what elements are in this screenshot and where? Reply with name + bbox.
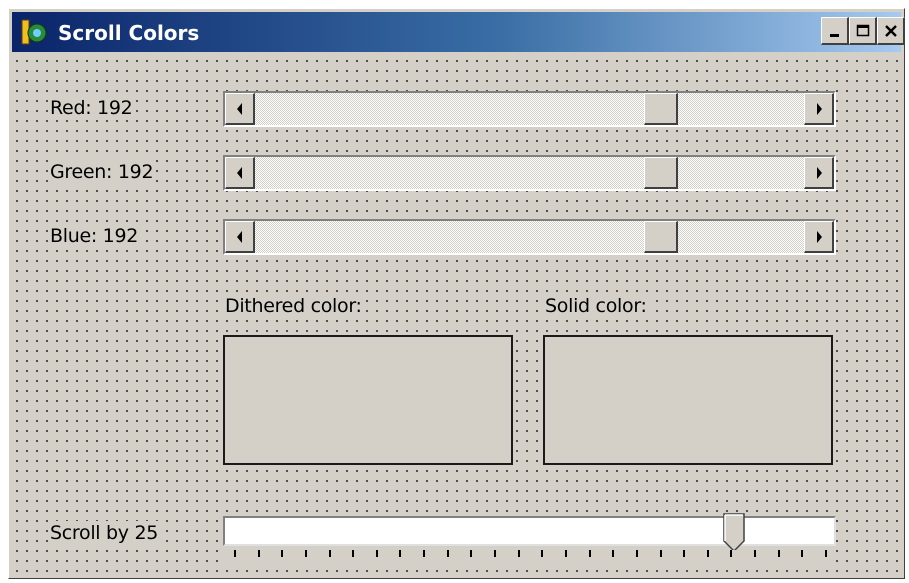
- trackbar-tick: [565, 550, 567, 557]
- solid-color-label: Solid color:: [543, 294, 649, 318]
- trackbar-tick: [730, 550, 732, 557]
- trackbar-tick: [329, 550, 331, 557]
- close-button[interactable]: [877, 17, 905, 45]
- trackbar-tick: [778, 550, 780, 557]
- blue-scroll-right-button[interactable]: [804, 221, 834, 253]
- arrow-left-icon: [236, 166, 242, 179]
- trackbar-tick: [801, 550, 803, 557]
- close-icon: [884, 24, 897, 37]
- red-scrollbar[interactable]: [223, 91, 836, 127]
- arrow-right-icon: [816, 166, 822, 179]
- trackbar-tick: [825, 550, 827, 557]
- trackbar-ticks: [223, 550, 836, 562]
- blue-scroll-left-button[interactable]: [225, 221, 255, 253]
- title-bar[interactable]: Scroll Colors: [12, 12, 905, 52]
- green-scroll-right-button[interactable]: [804, 157, 834, 189]
- minimize-button[interactable]: [821, 17, 849, 45]
- solid-color-swatch: [543, 335, 833, 465]
- trackbar-tick: [352, 550, 354, 557]
- trackbar-tick: [376, 550, 378, 557]
- green-scrollbar-track[interactable]: [225, 157, 834, 189]
- trackbar-tick: [399, 550, 401, 557]
- scroll-by-label: Scroll by 25: [48, 521, 161, 545]
- dialog-client-area: Red: 192 Green: 192 Blue: 192 Dithered c…: [12, 56, 901, 575]
- window-title: Scroll Colors: [58, 21, 200, 45]
- green-label: Green: 192: [48, 160, 156, 184]
- blue-scrollbar-track[interactable]: [225, 221, 834, 253]
- dithered-color-swatch: [223, 335, 513, 465]
- red-scroll-right-button[interactable]: [804, 93, 834, 125]
- app-icon: [21, 19, 47, 45]
- arrow-left-icon: [236, 230, 242, 243]
- trackbar-tick: [423, 550, 425, 557]
- trackbar-tick: [281, 550, 283, 557]
- trackbar-tick: [754, 550, 756, 557]
- blue-scrollbar[interactable]: [223, 219, 836, 255]
- trackbar-tick: [612, 550, 614, 557]
- maximize-icon: [856, 24, 869, 36]
- app-window: Scroll Colors Red: 192 Green: 192 Blue: …: [8, 8, 905, 579]
- green-scroll-left-button[interactable]: [225, 157, 255, 189]
- trackbar-thumb[interactable]: [723, 513, 745, 553]
- trackbar-tick: [660, 550, 662, 557]
- trackbar-tick: [234, 550, 236, 557]
- arrow-right-icon: [816, 230, 822, 243]
- red-scroll-thumb[interactable]: [644, 93, 678, 125]
- trackbar-tick: [518, 550, 520, 557]
- trackbar-tick: [541, 550, 543, 557]
- minimize-icon: [829, 33, 839, 37]
- trackbar-tick: [470, 550, 472, 557]
- trackbar-tick: [636, 550, 638, 557]
- trackbar-tick: [305, 550, 307, 557]
- arrow-left-icon: [236, 102, 242, 115]
- arrow-right-icon: [816, 102, 822, 115]
- red-scroll-left-button[interactable]: [225, 93, 255, 125]
- red-scrollbar-track[interactable]: [225, 93, 834, 125]
- green-scrollbar[interactable]: [223, 155, 836, 191]
- blue-scroll-thumb[interactable]: [644, 221, 678, 253]
- trackbar-tick: [494, 550, 496, 557]
- green-scroll-thumb[interactable]: [644, 157, 678, 189]
- maximize-button[interactable]: [849, 17, 877, 45]
- trackbar-tick: [683, 550, 685, 557]
- trackbar-tick: [447, 550, 449, 557]
- blue-label: Blue: 192: [48, 224, 141, 248]
- trackbar-tick: [589, 550, 591, 557]
- dithered-color-label: Dithered color:: [223, 294, 364, 318]
- red-label: Red: 192: [48, 96, 135, 120]
- trackbar-tick: [707, 550, 709, 557]
- trackbar-tick: [258, 550, 260, 557]
